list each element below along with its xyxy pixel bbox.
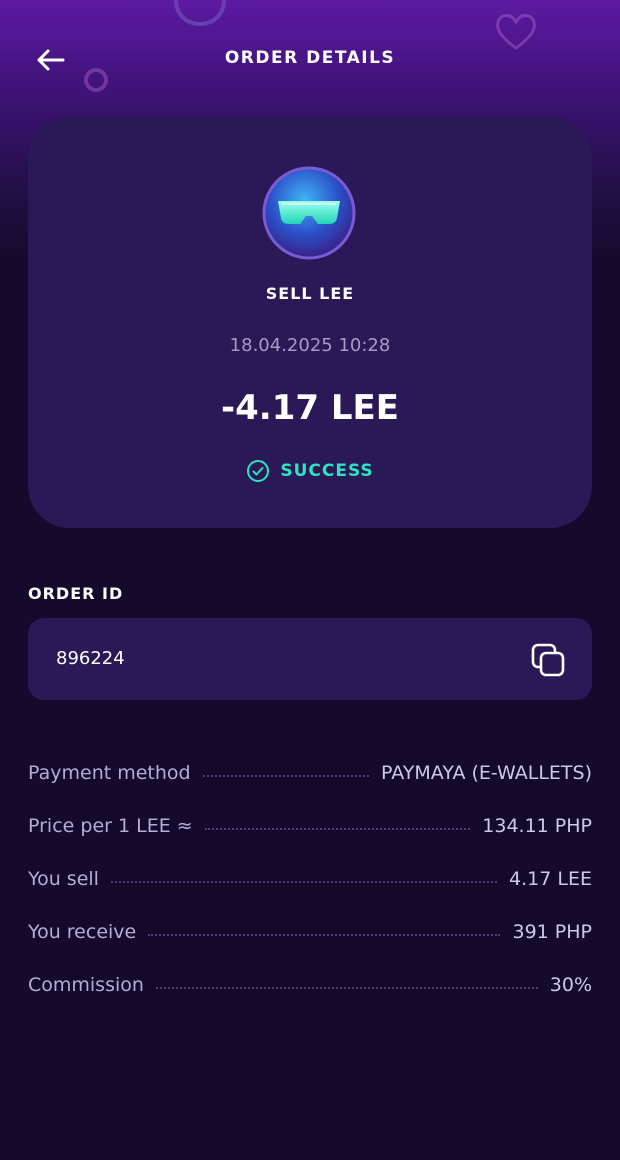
detail-label: Commission	[28, 974, 144, 996]
copy-order-id-button[interactable]	[528, 640, 568, 680]
detail-value: 4.17 LEE	[509, 868, 592, 890]
detail-row-commission: Commission 30%	[28, 974, 592, 1027]
detail-value: 30%	[549, 974, 592, 996]
order-date: 18.04.2025 10:28	[229, 335, 391, 356]
order-id-value: 896224	[56, 648, 125, 669]
detail-label: Payment method	[28, 762, 191, 784]
gamepad-decoration-icon	[174, 0, 226, 27]
detail-value: 134.11 PHP	[482, 815, 592, 837]
detail-label: You sell	[28, 868, 99, 890]
order-amount: -4.17 LEE	[221, 388, 399, 428]
dotted-leader	[204, 828, 471, 830]
order-id-label: ORDER ID	[28, 584, 124, 603]
page-title: ORDER DETAILS	[224, 48, 396, 68]
dotted-leader	[148, 934, 501, 936]
detail-row-price: Price per 1 LEE ≈ 134.11 PHP	[28, 815, 592, 868]
detail-value: PAYMAYA (E-WALLETS)	[381, 762, 592, 784]
detail-row-you-sell: You sell 4.17 LEE	[28, 868, 592, 921]
detail-value: 391 PHP	[512, 921, 592, 943]
order-summary-card: SELL LEE 18.04.2025 10:28 -4.17 LEE SUCC…	[28, 116, 592, 528]
dotted-leader	[155, 987, 538, 989]
order-id-field: 896224	[28, 618, 592, 700]
status-badge: SUCCESS	[28, 459, 592, 483]
dotted-leader	[202, 775, 370, 777]
token-avatar-icon	[262, 166, 356, 260]
order-type: SELL LEE	[265, 284, 355, 303]
status-label: SUCCESS	[280, 461, 374, 481]
check-circle-icon	[247, 460, 270, 482]
detail-label: Price per 1 LEE ≈	[28, 815, 193, 837]
dotted-leader	[110, 881, 498, 883]
detail-row-you-receive: You receive 391 PHP	[28, 921, 592, 974]
detail-row-payment-method: Payment method PAYMAYA (E-WALLETS)	[28, 762, 592, 815]
order-details-list: Payment method PAYMAYA (E-WALLETS) Price…	[28, 762, 592, 1027]
detail-label: You receive	[28, 921, 137, 943]
copy-icon	[531, 643, 565, 677]
header: ORDER DETAILS	[0, 30, 620, 90]
